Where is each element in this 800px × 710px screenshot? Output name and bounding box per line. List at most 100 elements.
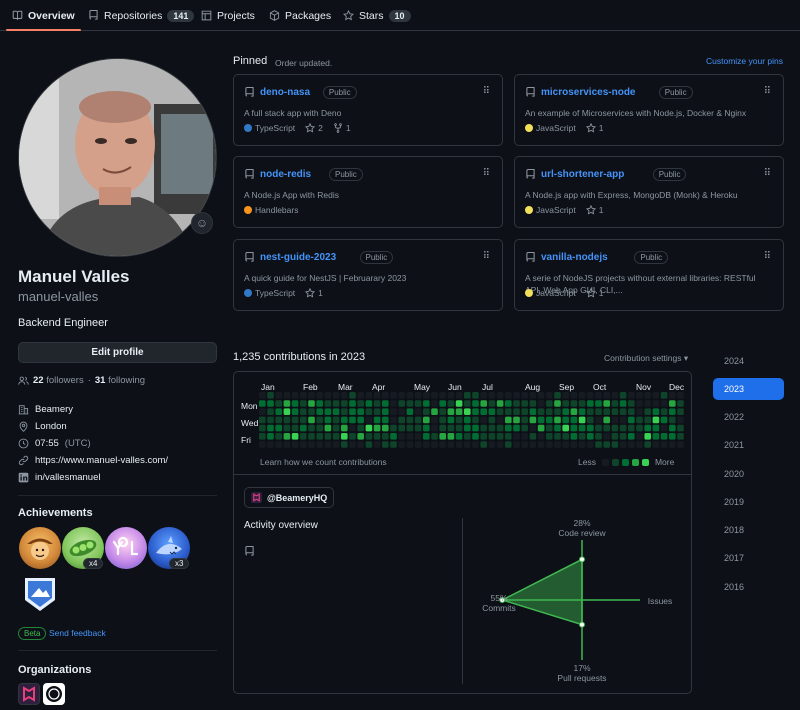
contribution-settings-dropdown[interactable]: Contribution settings ▾ bbox=[604, 353, 688, 364]
contribution-day-cell[interactable] bbox=[439, 416, 446, 424]
contribution-day-cell[interactable] bbox=[513, 392, 520, 399]
contribution-day-cell[interactable] bbox=[357, 392, 364, 399]
contribution-day-cell[interactable] bbox=[291, 441, 299, 448]
contribution-day-cell[interactable] bbox=[472, 400, 479, 407]
contribution-day-cell[interactable] bbox=[373, 408, 381, 415]
contribution-day-cell[interactable] bbox=[300, 441, 307, 448]
contribution-day-cell[interactable] bbox=[275, 400, 282, 407]
contribution-day-cell[interactable] bbox=[423, 441, 430, 448]
contribution-day-cell[interactable] bbox=[496, 392, 504, 399]
year-2016[interactable]: 2016 bbox=[713, 576, 784, 598]
contribution-day-cell[interactable] bbox=[439, 400, 446, 407]
org-filter-chip[interactable]: @BeameryHQ bbox=[244, 487, 335, 508]
contribution-day-cell[interactable] bbox=[472, 424, 479, 432]
arctic-code-vault-badge[interactable] bbox=[19, 573, 61, 615]
contribution-day-cell[interactable] bbox=[398, 400, 405, 407]
contribution-day-cell[interactable] bbox=[554, 408, 561, 415]
contribution-day-cell[interactable] bbox=[398, 416, 405, 424]
contribution-day-cell[interactable] bbox=[382, 441, 389, 448]
edit-profile-button[interactable]: Edit profile bbox=[18, 342, 217, 363]
contribution-day-cell[interactable] bbox=[259, 433, 266, 440]
contribution-day-cell[interactable] bbox=[636, 441, 643, 448]
contribution-day-cell[interactable] bbox=[472, 392, 479, 399]
contribution-day-cell[interactable] bbox=[677, 416, 684, 424]
contribution-day-cell[interactable] bbox=[611, 400, 619, 407]
contribution-day-cell[interactable] bbox=[578, 416, 586, 424]
contribution-day-cell[interactable] bbox=[505, 441, 512, 448]
contribution-day-cell[interactable] bbox=[464, 424, 471, 432]
contribution-day-cell[interactable] bbox=[398, 433, 405, 440]
contribution-day-cell[interactable] bbox=[341, 392, 348, 399]
drag-handle-icon[interactable]: ⠿ bbox=[483, 168, 490, 179]
contribution-day-cell[interactable] bbox=[636, 392, 643, 399]
contribution-day-cell[interactable] bbox=[570, 416, 578, 424]
contribution-day-cell[interactable] bbox=[628, 392, 635, 399]
contribution-day-cell[interactable] bbox=[349, 392, 356, 399]
contribution-day-cell[interactable] bbox=[300, 400, 307, 407]
year-2022[interactable]: 2022 bbox=[713, 406, 784, 428]
contribution-day-cell[interactable] bbox=[390, 424, 397, 432]
send-feedback-link[interactable]: Send feedback bbox=[49, 628, 106, 638]
contribution-day-cell[interactable] bbox=[652, 400, 660, 407]
contribution-day-cell[interactable] bbox=[488, 424, 496, 432]
contribution-day-cell[interactable] bbox=[464, 400, 471, 407]
contribution-day-cell[interactable] bbox=[480, 400, 487, 407]
contribution-day-cell[interactable] bbox=[341, 400, 348, 407]
contribution-day-cell[interactable] bbox=[603, 441, 610, 448]
contribution-day-cell[interactable] bbox=[464, 392, 471, 399]
contribution-day-cell[interactable] bbox=[480, 424, 487, 432]
contribution-day-cell[interactable] bbox=[669, 424, 676, 432]
contribution-day-cell[interactable] bbox=[382, 424, 389, 432]
stargazers-link[interactable]: 1 bbox=[585, 288, 603, 298]
contribution-day-cell[interactable] bbox=[308, 441, 315, 448]
contribution-day-cell[interactable] bbox=[677, 392, 684, 399]
contribution-day-cell[interactable] bbox=[537, 441, 545, 448]
contribution-day-cell[interactable] bbox=[619, 400, 627, 407]
contribution-day-cell[interactable] bbox=[554, 441, 561, 448]
contribution-day-cell[interactable] bbox=[595, 424, 602, 432]
contribution-day-cell[interactable] bbox=[660, 424, 668, 432]
contribution-day-cell[interactable] bbox=[587, 392, 594, 399]
tab-stars[interactable]: Stars 10 bbox=[343, 0, 411, 31]
contribution-day-cell[interactable] bbox=[316, 416, 323, 424]
contribution-day-cell[interactable] bbox=[316, 433, 323, 440]
contribution-day-cell[interactable] bbox=[619, 433, 627, 440]
contribution-day-cell[interactable] bbox=[365, 424, 373, 432]
contribution-day-cell[interactable] bbox=[513, 400, 520, 407]
contribution-day-cell[interactable] bbox=[349, 416, 356, 424]
contribution-day-cell[interactable] bbox=[619, 392, 627, 399]
contribution-day-cell[interactable] bbox=[619, 424, 627, 432]
tab-overview[interactable]: Overview bbox=[6, 0, 81, 31]
drag-handle-icon[interactable]: ⠿ bbox=[764, 168, 771, 179]
contribution-day-cell[interactable] bbox=[439, 392, 446, 399]
contribution-day-cell[interactable] bbox=[447, 433, 455, 440]
contribution-day-cell[interactable] bbox=[447, 424, 455, 432]
contribution-day-cell[interactable] bbox=[447, 416, 455, 424]
contribution-day-cell[interactable] bbox=[447, 392, 455, 399]
contribution-day-cell[interactable] bbox=[423, 408, 430, 415]
year-2018[interactable]: 2018 bbox=[713, 519, 784, 541]
contribution-day-cell[interactable] bbox=[398, 441, 405, 448]
contribution-day-cell[interactable] bbox=[546, 441, 553, 448]
contribution-day-cell[interactable] bbox=[472, 416, 479, 424]
contribution-day-cell[interactable] bbox=[488, 392, 496, 399]
contribution-day-cell[interactable] bbox=[259, 400, 266, 407]
contribution-day-cell[interactable] bbox=[644, 392, 651, 399]
contribution-day-cell[interactable] bbox=[513, 433, 520, 440]
contribution-day-cell[interactable] bbox=[562, 400, 569, 407]
contribution-day-cell[interactable] bbox=[480, 433, 487, 440]
contribution-day-cell[interactable] bbox=[472, 408, 479, 415]
contribution-day-cell[interactable] bbox=[275, 408, 282, 415]
contribution-day-cell[interactable] bbox=[652, 433, 660, 440]
contribution-day-cell[interactable] bbox=[357, 433, 364, 440]
contribution-day-cell[interactable] bbox=[611, 416, 619, 424]
tab-projects[interactable]: Projects bbox=[201, 0, 255, 31]
contribution-day-cell[interactable] bbox=[578, 392, 586, 399]
contribution-day-cell[interactable] bbox=[546, 400, 553, 407]
contribution-day-cell[interactable] bbox=[611, 408, 619, 415]
contribution-day-cell[interactable] bbox=[595, 392, 602, 399]
contribution-day-cell[interactable] bbox=[652, 424, 660, 432]
contribution-day-cell[interactable] bbox=[349, 424, 356, 432]
contribution-day-cell[interactable] bbox=[439, 433, 446, 440]
contribution-day-cell[interactable] bbox=[505, 408, 512, 415]
